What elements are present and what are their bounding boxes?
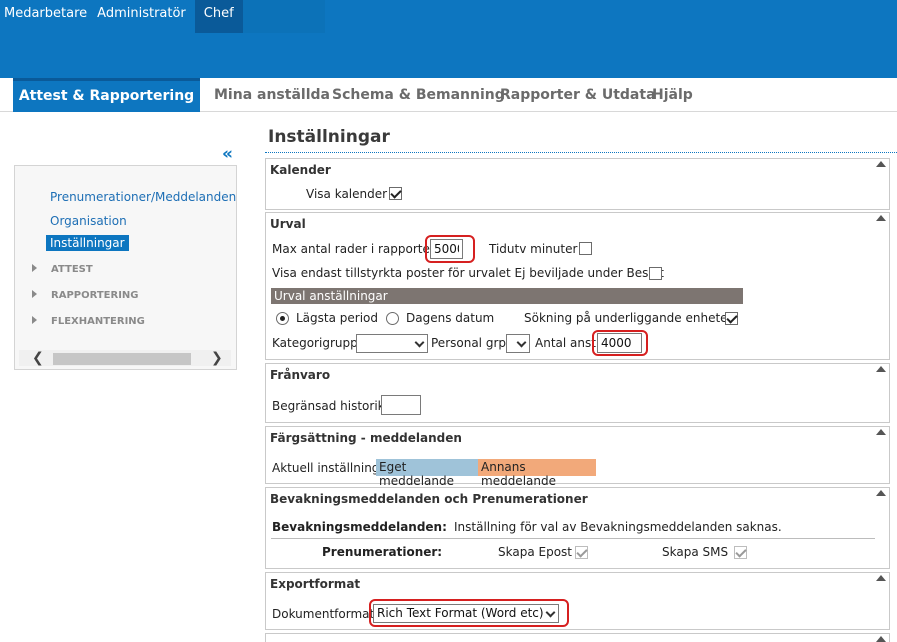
sokning-label: Sökning på underliggande enheter [524, 311, 733, 325]
panel-exportformat: Exportformat Dokumentformat Rich Text Fo… [265, 572, 890, 630]
tidutv-label: Tidutv minuter [489, 242, 578, 256]
kategorigrupp-label: Kategorigrupp [272, 336, 358, 350]
skapa-sms-label: Skapa SMS [662, 545, 729, 559]
collapse-panel-icon[interactable] [876, 636, 886, 642]
panel-franvaro: Frånvaro Begränsad historik [265, 363, 890, 423]
sidebar-group-label: FLEXHANTERING [51, 316, 145, 327]
urval-anstallningar-header: Urval anställningar [271, 288, 743, 304]
tidutv-checkbox[interactable] [579, 242, 592, 255]
begransad-historik-input[interactable] [381, 395, 421, 415]
antal-anst-label: Antal anst [535, 336, 596, 350]
nav-hjalp[interactable]: Hjälp [652, 78, 693, 112]
sidebar-item-organisation[interactable]: Organisation [50, 214, 127, 228]
chevron-down-icon [516, 337, 527, 348]
scroll-right-icon[interactable]: ❯ [211, 350, 223, 366]
eget-meddelande-swatch[interactable]: Eget meddelande [376, 459, 478, 488]
bevakningsmeddelanden-label: Bevakningsmeddelanden: [272, 520, 447, 534]
personal-grp-select[interactable] [506, 334, 530, 353]
panel-title-kalender: Kalender [270, 163, 331, 177]
role-tab-chef[interactable]: Chef [194, 0, 243, 33]
collapse-panel-icon[interactable] [876, 215, 886, 221]
skapa-sms-checkbox[interactable] [734, 546, 747, 559]
visa-kalender-label: Visa kalender [306, 187, 388, 201]
visa-endast-label: Visa endast tillstyrkta poster för urval… [272, 266, 665, 280]
sidebar: Prenumerationer/Meddelanden Organisation… [14, 165, 237, 370]
collapse-panel-icon[interactable] [876, 429, 886, 435]
max-rader-label: Max antal rader i rapporter [272, 242, 435, 256]
role-tab-extra [242, 0, 325, 33]
panel-fargsattning: Färgsättning - meddelanden Aktuell instä… [265, 426, 890, 488]
highlight-antal-anst [592, 330, 648, 356]
panel-next-partial [265, 633, 890, 642]
sidebar-group-label: RAPPORTERING [51, 290, 139, 301]
top-bar: Medarbetare Administratör Chef [0, 0, 897, 78]
annans-meddelande-swatch[interactable]: Annans meddelande [478, 459, 596, 488]
collapse-panel-icon[interactable] [876, 490, 886, 496]
prenumerationer-label: Prenumerationer: [322, 545, 443, 559]
main-nav: Attest & Rapportering Mina anställda Sch… [0, 78, 897, 112]
role-tab-administrator[interactable]: Administratör [92, 0, 191, 33]
expand-arrow-icon [32, 290, 37, 298]
panel-title-urval: Urval [270, 217, 306, 231]
radio-dagens-datum-label: Dagens datum [406, 311, 495, 325]
radio-lagsta-period-label: Lägsta period [296, 311, 379, 325]
highlight-dokumentformat [369, 599, 569, 627]
collapse-panel-icon[interactable] [876, 161, 886, 167]
kategorigrupp-select[interactable] [356, 334, 428, 353]
panel-urval: Urval Max antal rader i rapporter Tidutv… [265, 212, 890, 360]
collapse-sidebar-icon[interactable]: « [222, 144, 233, 164]
sidebar-group-attest[interactable]: ATTEST [32, 264, 93, 275]
expand-arrow-icon [32, 316, 37, 324]
radio-dagens-datum[interactable] [386, 312, 399, 325]
sidebar-item-prenumerationer[interactable]: Prenumerationer/Meddelanden [50, 190, 236, 204]
panel-title-bevakning: Bevakningsmeddelanden och Prenumeratione… [270, 492, 588, 506]
skapa-epost-label: Skapa Epost [498, 545, 572, 559]
sidebar-item-installningar[interactable]: Inställningar [46, 235, 129, 251]
scroll-left-icon[interactable]: ❮ [32, 350, 44, 366]
highlight-max-rader [425, 235, 475, 263]
visa-kalender-checkbox[interactable] [389, 187, 402, 200]
bevakningsmeddelanden-text: Inställning för val av Bevakningsmeddela… [454, 520, 782, 534]
nav-mina-anstallda[interactable]: Mina anställda [214, 78, 330, 112]
dokumentformat-label: Dokumentformat [272, 607, 375, 621]
expand-arrow-icon [32, 264, 37, 272]
chevron-down-icon [414, 337, 425, 348]
sokning-checkbox[interactable] [725, 312, 738, 325]
panel-title-fargsattning: Färgsättning - meddelanden [270, 431, 462, 445]
nav-rapporter-utdata[interactable]: Rapporter & Utdata [500, 78, 656, 112]
sidebar-group-label: ATTEST [51, 264, 93, 275]
role-tab-medarbetare[interactable]: Medarbetare [0, 0, 92, 33]
begransad-historik-label: Begränsad historik [272, 399, 385, 413]
radio-lagsta-period[interactable] [276, 312, 289, 325]
sidebar-horizontal-scrollbar[interactable]: ❮ ❯ [19, 350, 231, 366]
visa-endast-checkbox[interactable] [649, 267, 662, 280]
panel-title-franvaro: Frånvaro [270, 368, 331, 382]
divider [271, 538, 875, 539]
collapse-panel-icon[interactable] [876, 366, 886, 372]
page-title: Inställningar [268, 127, 390, 147]
nav-attest-rapportering[interactable]: Attest & Rapportering [13, 78, 200, 112]
sidebar-group-flexhantering[interactable]: FLEXHANTERING [32, 316, 145, 327]
nav-schema-bemanning[interactable]: Schema & Bemanning [332, 78, 505, 112]
panel-title-exportformat: Exportformat [270, 577, 361, 591]
skapa-epost-checkbox[interactable] [575, 546, 588, 559]
scrollbar-thumb[interactable] [53, 353, 191, 365]
panel-kalender: Kalender Visa kalender [265, 158, 890, 210]
panel-bevakning: Bevakningsmeddelanden och Prenumeratione… [265, 487, 890, 569]
title-divider [265, 152, 897, 153]
personal-grp-label: Personal grp [431, 336, 506, 350]
sidebar-group-rapportering[interactable]: RAPPORTERING [32, 290, 139, 301]
aktuell-installning-label: Aktuell inställning [272, 461, 380, 475]
role-tabs: Medarbetare Administratör Chef [0, 0, 325, 33]
collapse-panel-icon[interactable] [876, 575, 886, 581]
